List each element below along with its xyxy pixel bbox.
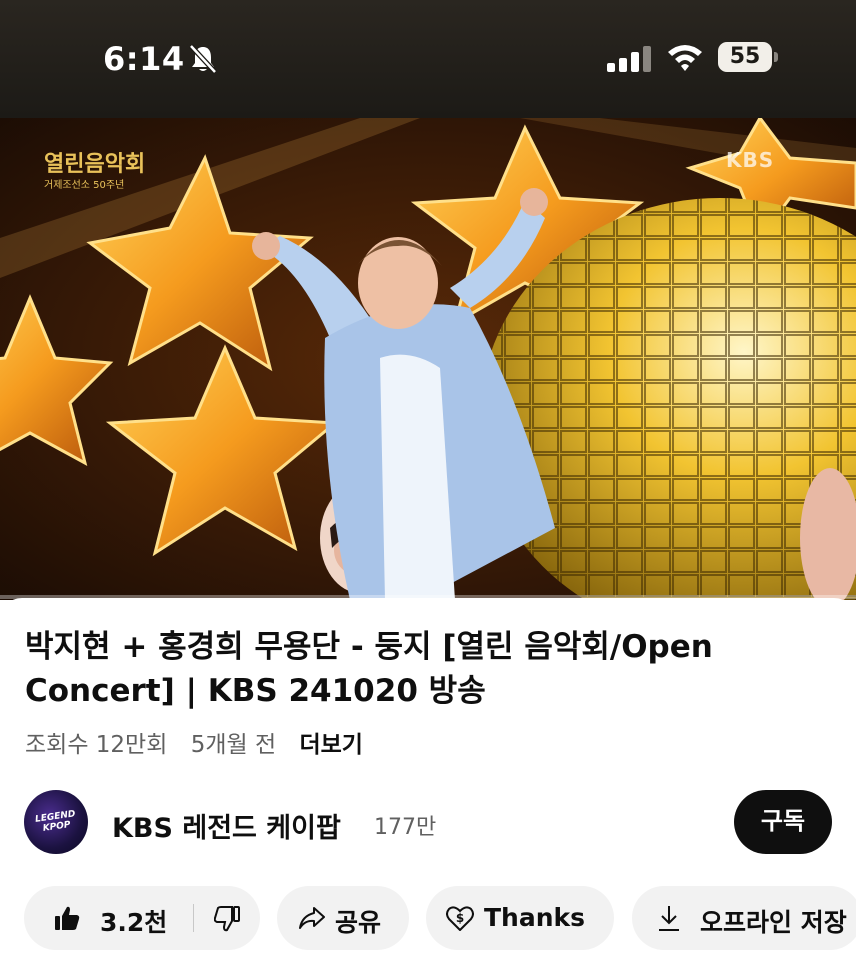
status-bar: 6:14 55 (0, 0, 856, 118)
action-bar: 3.2천 공유 $ Thanks 오프라인 저장 (0, 886, 856, 950)
video-player[interactable]: 열린음악회 거제조선소 50주년 KBS (0, 118, 856, 600)
channel-name[interactable]: KBS 레전드 케이팝 (112, 806, 341, 845)
thumbs-up-icon[interactable] (54, 905, 80, 931)
svg-text:$: $ (456, 911, 464, 925)
upload-age: 5개월 전 (190, 732, 277, 758)
thanks-label: Thanks (484, 903, 586, 932)
status-time: 6:14 (103, 40, 185, 78)
kbs-watermark: KBS (726, 148, 775, 172)
view-count: 조회수 12만회 (25, 732, 168, 758)
channel-row: LEGEND KPOP KBS 레전드 케이팝 177만 구독 (0, 790, 856, 854)
like-dislike-pill: 3.2천 (24, 886, 260, 950)
download-button[interactable]: 오프라인 저장 (632, 886, 856, 950)
thanks-button[interactable]: $ Thanks (426, 886, 614, 950)
battery-icon: 55 (718, 42, 778, 72)
video-frame (0, 118, 856, 600)
video-title[interactable]: 박지현 + 홍경희 무용단 - 둥지 [열린 음악회/Open Concert]… (25, 625, 815, 713)
video-meta[interactable]: 조회수 12만회 5개월 전 더보기 (25, 725, 379, 759)
super-thanks-icon: $ (446, 906, 474, 931)
bell-mute-icon (189, 44, 217, 74)
download-icon (659, 906, 679, 931)
battery-percentage: 55 (729, 44, 761, 69)
download-label: 오프라인 저장 (700, 908, 847, 937)
wifi-icon (668, 45, 702, 71)
broadcast-subtitle: 거제조선소 50주년 (44, 180, 125, 191)
battery-nub (774, 52, 778, 62)
like-count[interactable]: 3.2천 (100, 903, 167, 939)
cellular-signal-icon (607, 46, 651, 72)
subscribe-button[interactable]: 구독 (734, 790, 832, 854)
channel-avatar[interactable]: LEGEND KPOP (24, 790, 88, 854)
avatar-logo: LEGEND KPOP (34, 809, 77, 834)
share-button[interactable]: 공유 (277, 886, 409, 950)
subscriber-count: 177만 (374, 815, 437, 840)
share-icon (299, 907, 325, 929)
thumbs-down-icon[interactable] (214, 906, 240, 932)
more-link[interactable]: 더보기 (299, 732, 362, 758)
broadcast-logo: 열린음악회 (44, 151, 146, 177)
like-divider (193, 904, 194, 932)
share-label: 공유 (335, 908, 382, 937)
